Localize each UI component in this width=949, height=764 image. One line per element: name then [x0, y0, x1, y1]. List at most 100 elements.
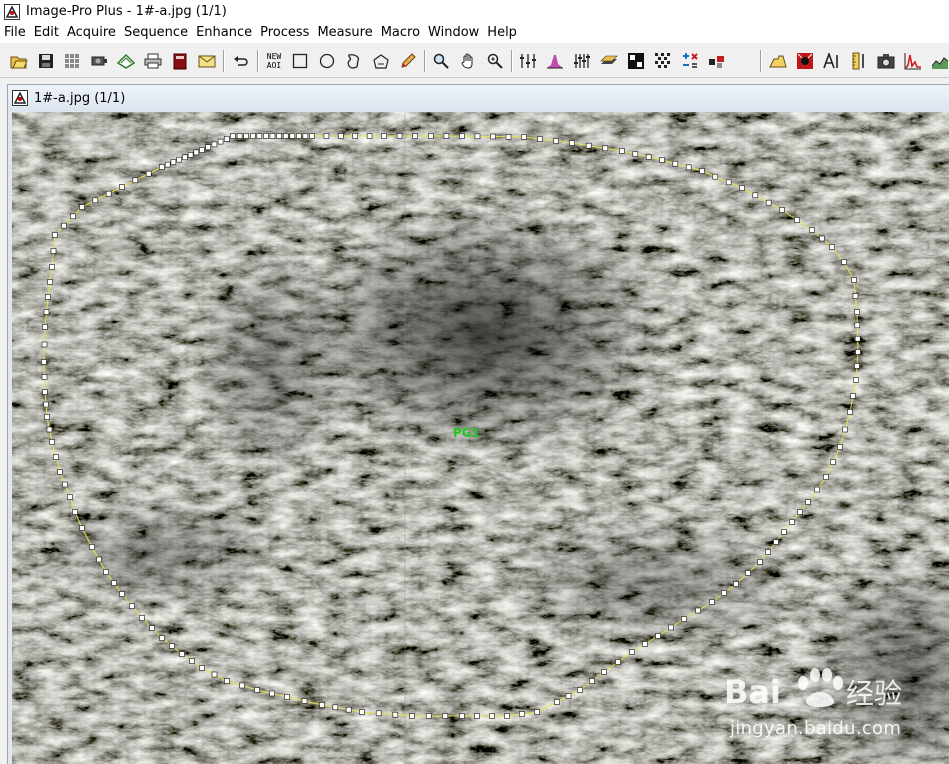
aoi-vertex-handle[interactable] — [474, 713, 480, 719]
rectangle-aoi-icon[interactable] — [289, 50, 311, 72]
aoi-vertex-handle[interactable] — [72, 509, 78, 515]
menu-macro[interactable]: Macro — [377, 23, 424, 43]
undo-icon[interactable] — [230, 50, 252, 72]
aoi-vertex-handle[interactable] — [276, 133, 282, 139]
aoi-vertex-handle[interactable] — [829, 244, 835, 250]
aoi-vertex-handle[interactable] — [745, 570, 751, 576]
aoi-vertex-handle[interactable] — [619, 148, 625, 154]
text-icon[interactable] — [821, 50, 843, 72]
equalize-icon[interactable] — [571, 50, 593, 72]
aoi-vertex-handle[interactable] — [554, 699, 560, 705]
aoi-vertex-handle[interactable] — [211, 671, 218, 678]
menu-sequence[interactable]: Sequence — [120, 23, 192, 43]
aoi-vertex-handle[interactable] — [256, 133, 263, 139]
aoi-vertex-handle[interactable] — [392, 711, 399, 718]
aoi-vertex-handle[interactable] — [50, 248, 57, 254]
aoi-vertex-handle[interactable] — [57, 469, 63, 475]
aoi-vertex-handle[interactable] — [211, 141, 218, 148]
irregular-aoi-icon[interactable] — [343, 50, 365, 72]
print-icon[interactable] — [142, 50, 164, 72]
database-icon[interactable] — [169, 50, 191, 72]
aoi-vertex-handle[interactable] — [823, 474, 829, 480]
aoi-vertex-handle[interactable] — [854, 335, 861, 342]
aoi-vertex-handle[interactable] — [809, 227, 815, 233]
aoi-vertex-handle[interactable] — [504, 713, 510, 719]
aoi-vertex-handle[interactable] — [712, 173, 719, 180]
new-aoi-icon[interactable]: NEW AOI — [263, 50, 285, 72]
aoi-vertex-handle[interactable] — [814, 486, 820, 493]
menu-help[interactable]: Help — [483, 23, 521, 43]
aoi-vertex-handle[interactable] — [96, 556, 102, 563]
snapshot-icon[interactable] — [875, 50, 897, 72]
aoi-vertex-handle[interactable] — [794, 217, 800, 223]
aoi-vertex-handle[interactable] — [854, 363, 860, 369]
camera-capture-icon[interactable] — [88, 50, 110, 72]
aoi-vertex-handle[interactable] — [585, 142, 592, 149]
aoi-vertex-handle[interactable] — [842, 426, 848, 433]
aoi-vertex-handle[interactable] — [236, 133, 243, 139]
aoi-vertex-handle[interactable] — [645, 154, 652, 160]
aoi-vertex-handle[interactable] — [187, 152, 194, 158]
aoi-vertex-handle[interactable] — [366, 133, 373, 139]
count-grid-icon[interactable] — [652, 50, 674, 72]
aoi-vertex-handle[interactable] — [269, 690, 275, 697]
aoi-vertex-handle[interactable] — [70, 213, 76, 220]
aoi-vertex-handle[interactable] — [781, 529, 787, 535]
aoi-vertex-handle[interactable] — [589, 678, 595, 684]
aoi-vertex-handle[interactable] — [853, 377, 859, 383]
aoi-vertex-handle[interactable] — [41, 374, 48, 380]
aoi-vertex-handle[interactable] — [854, 309, 860, 315]
aoi-vertex-handle[interactable] — [427, 133, 434, 139]
aoi-vertex-handle[interactable] — [655, 633, 661, 639]
aoi-vertex-handle[interactable] — [230, 133, 236, 139]
aoi-vertex-handle[interactable] — [45, 294, 51, 300]
aoi-vertex-handle[interactable] — [851, 277, 857, 283]
aoi-vertex-handle[interactable] — [89, 544, 95, 550]
aoi-vertex-handle[interactable] — [224, 678, 230, 684]
aoi-vertex-handle[interactable] — [709, 599, 715, 605]
aoi-vertex-handle[interactable] — [789, 519, 795, 525]
aoi-vertex-handle[interactable] — [699, 168, 705, 174]
aoi-vertex-handle[interactable] — [668, 624, 674, 631]
aoi-vertex-handle[interactable] — [182, 154, 188, 161]
aoi-vertex-handle[interactable] — [243, 133, 249, 139]
aoi-vertex-handle[interactable] — [43, 401, 49, 408]
aoi-vertex-handle[interactable] — [254, 687, 260, 693]
aoi-vertex-handle[interactable] — [309, 133, 315, 139]
aoi-vertex-handle[interactable] — [359, 709, 365, 715]
aoi-vertex-handle[interactable] — [250, 133, 256, 139]
aoi-vertex-handle[interactable] — [632, 151, 639, 157]
aoi-vertex-handle[interactable] — [345, 706, 352, 713]
aoi-vertex-handle[interactable] — [139, 615, 145, 621]
layers-icon[interactable] — [598, 50, 620, 72]
save-icon[interactable] — [35, 50, 57, 72]
aoi-vertex-handle[interactable] — [765, 199, 772, 206]
aoi-vertex-handle[interactable] — [672, 160, 679, 167]
aoi-vertex-handle[interactable] — [642, 641, 648, 647]
aoi-vertex-handle[interactable] — [62, 481, 68, 488]
aoi-vertex-handle[interactable] — [193, 149, 200, 156]
ruler-icon[interactable] — [848, 50, 870, 72]
aoi-vertex-handle[interactable] — [44, 414, 50, 420]
aoi-vertex-handle[interactable] — [352, 133, 359, 139]
aoi-vertex-handle[interactable] — [830, 459, 836, 465]
aoi-vertex-handle[interactable] — [269, 133, 276, 139]
aoi-vertex-handle[interactable] — [521, 134, 527, 140]
aoi-vertex-handle[interactable] — [459, 133, 465, 139]
aoi-vertex-handle[interactable] — [129, 603, 135, 609]
menu-enhance[interactable]: Enhance — [192, 23, 256, 43]
aoi-vertex-handle[interactable] — [337, 133, 344, 139]
aoi-vertex-handle[interactable] — [103, 569, 109, 575]
aoi-vertex-handle[interactable] — [42, 389, 48, 395]
aoi-vertex-handle[interactable] — [52, 232, 58, 238]
aoi-vertex-handle[interactable] — [42, 324, 48, 330]
aoi-vertex-handle[interactable] — [263, 133, 269, 139]
line-profile-icon[interactable] — [902, 50, 924, 72]
aoi-vertex-handle[interactable] — [217, 138, 224, 145]
aoi-vertex-handle[interactable] — [553, 138, 559, 144]
aoi-vertex-handle[interactable] — [381, 133, 387, 139]
menu-acquire[interactable]: Acquire — [63, 23, 120, 43]
aoi-vertex-handle[interactable] — [67, 494, 73, 500]
aoi-vertex-handle[interactable] — [629, 649, 635, 655]
aoi-vertex-handle[interactable] — [205, 144, 211, 151]
